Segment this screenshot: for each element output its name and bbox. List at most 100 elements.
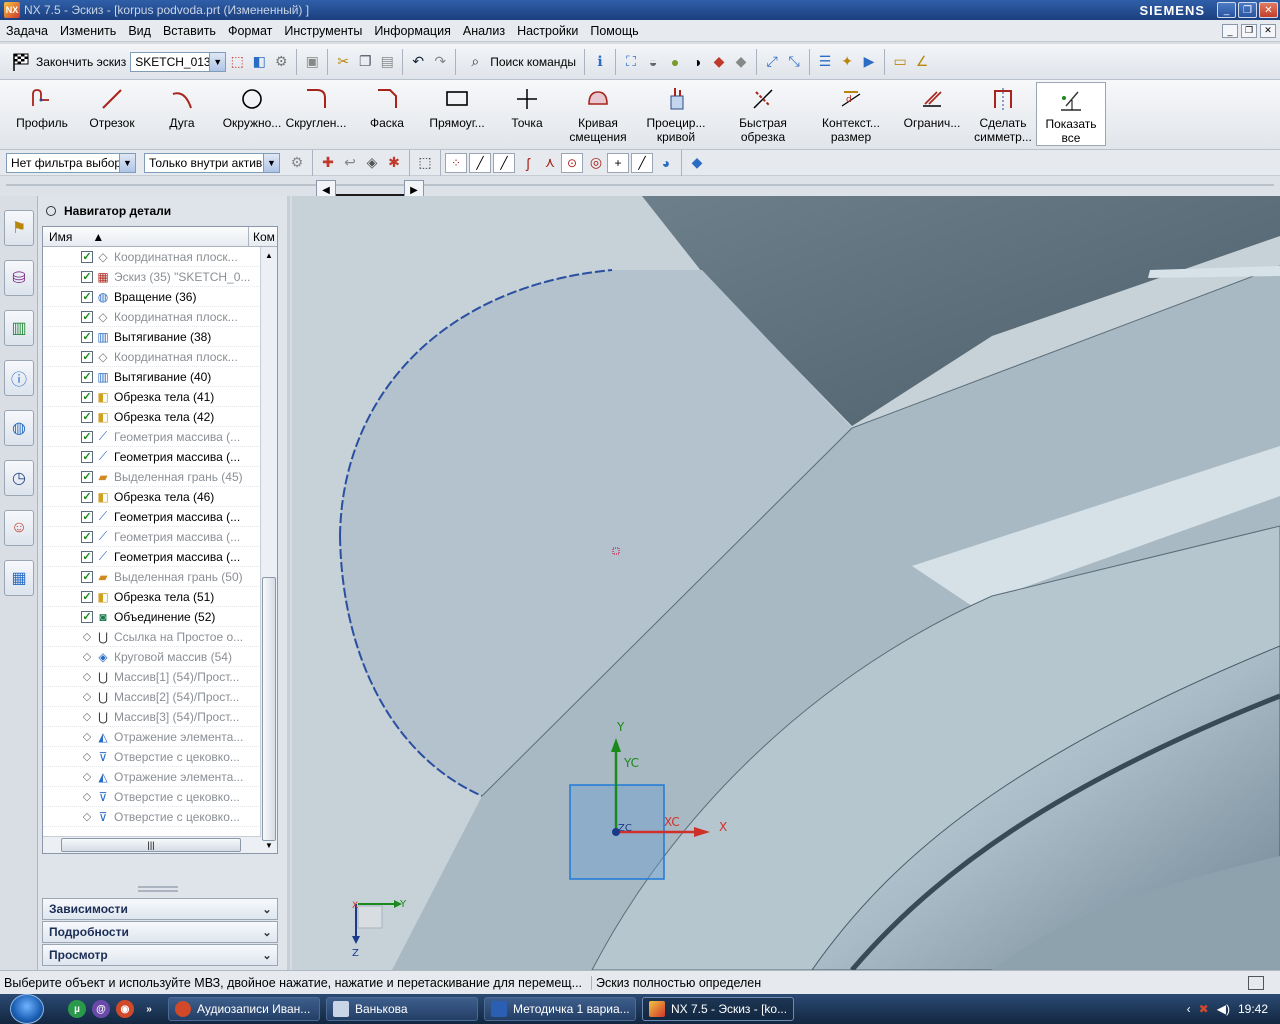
suppressed-icon[interactable]: ◇: [81, 671, 93, 683]
snap-quadrant-icon[interactable]: ◎: [585, 152, 607, 174]
graphics-window[interactable]: Y YC XC X ZC X Y Z: [292, 196, 1280, 970]
snap-existing-point-icon[interactable]: +: [607, 152, 629, 173]
snap-intersection-icon[interactable]: ⋏: [539, 152, 561, 174]
scroll-thumb[interactable]: [262, 577, 276, 841]
menu-preferences[interactable]: Настройки: [511, 24, 584, 38]
rectangle-button[interactable]: Прямоуг...: [422, 80, 492, 146]
pin-icon[interactable]: [46, 206, 56, 216]
snap-point-icon[interactable]: ✚: [317, 152, 339, 174]
point-button[interactable]: Точка: [492, 80, 562, 146]
tree-row[interactable]: ◇ ⋃ Массив[2] (54)/Прост...: [43, 687, 261, 707]
tree-row[interactable]: ◇ ⋃ Массив[3] (54)/Прост...: [43, 707, 261, 727]
tree-row[interactable]: ◇ ◭ Отражение элемента...: [43, 727, 261, 747]
tree-row[interactable]: ✓ ⟋ Геометрия массива (...: [43, 507, 261, 527]
suppressed-icon[interactable]: ◇: [81, 691, 93, 703]
menu-tools[interactable]: Инструменты: [278, 24, 368, 38]
chamfer-button[interactable]: Фаска: [352, 80, 422, 146]
gray-cube-icon[interactable]: ◆: [730, 51, 752, 73]
checkbox-checked[interactable]: ✓: [81, 470, 93, 483]
part-navigator-icon[interactable]: ⛁: [4, 260, 34, 296]
doc-restore-button[interactable]: ❐: [1241, 23, 1257, 38]
undo-selection-icon[interactable]: ↩: [339, 152, 361, 174]
sketch-name-select[interactable]: SKETCH_013 ▼: [130, 51, 227, 72]
tree-row[interactable]: ✓ ⟋ Геометрия массива (...: [43, 427, 261, 447]
tree-row[interactable]: ✓ ▦ Эскиз (35) "SKETCH_0...: [43, 267, 261, 287]
maximize-button[interactable]: ❐: [1238, 2, 1257, 18]
clock[interactable]: 19:42: [1238, 1002, 1268, 1016]
tree-row[interactable]: ✓ ▥ Вытягивание (38): [43, 327, 261, 347]
checkbox-checked[interactable]: ✓: [81, 490, 93, 503]
task-nx[interactable]: NX 7.5 - Эскиз - [ko...: [642, 997, 794, 1021]
wcs-icon[interactable]: ⤡: [783, 51, 805, 73]
start-button[interactable]: [0, 994, 54, 1024]
system-materials-icon[interactable]: ▦: [4, 560, 34, 596]
reattach-icon[interactable]: ◧: [248, 51, 270, 73]
scroll-down-icon[interactable]: ▼: [261, 837, 277, 853]
suppressed-icon[interactable]: ◇: [81, 811, 93, 823]
suppressed-icon[interactable]: ◇: [81, 731, 93, 743]
sketch-orient-icon[interactable]: ⬚: [226, 51, 248, 73]
tree-row[interactable]: ◇ ⋃ Ссылка на Простое о...: [43, 627, 261, 647]
show-all-button[interactable]: Показать все: [1036, 82, 1106, 146]
render-style-icon[interactable]: ◒: [642, 51, 664, 73]
tree-row[interactable]: ◇ ⊽ Отверстие с цековко...: [43, 747, 261, 767]
csys-icon[interactable]: ⤢: [761, 51, 783, 73]
splitter-grip[interactable]: [138, 886, 178, 892]
profile-button[interactable]: Профиль: [0, 80, 84, 146]
snap-on-curve-icon[interactable]: ╱: [631, 152, 653, 173]
arc-button[interactable]: Дуга: [140, 80, 224, 146]
suppressed-icon[interactable]: ◇: [81, 631, 93, 643]
filter-settings-icon[interactable]: ⚙: [286, 152, 308, 174]
checkbox-checked[interactable]: ✓: [81, 370, 93, 383]
tree-row[interactable]: ✓ ◇ Координатная плоск...: [43, 247, 261, 267]
checkbox-checked[interactable]: ✓: [81, 450, 93, 463]
menu-analysis[interactable]: Анализ: [457, 24, 511, 38]
menu-insert[interactable]: Вставить: [157, 24, 222, 38]
suppressed-icon[interactable]: ◇: [81, 771, 93, 783]
antivirus-icon[interactable]: ✖: [1199, 1002, 1209, 1016]
snap-center-icon[interactable]: ⊙: [561, 152, 583, 173]
tree-row[interactable]: ✓ ⟋ Геометрия массива (...: [43, 547, 261, 567]
constraint-button[interactable]: Огранич...: [894, 80, 970, 146]
tree-row[interactable]: ◇ ⊽ Отверстие с цековко...: [43, 807, 261, 827]
tree-row[interactable]: ◇ ⋃ Массив[1] (54)/Прост...: [43, 667, 261, 687]
checkbox-checked[interactable]: ✓: [81, 430, 93, 443]
menu-task[interactable]: Задача: [0, 24, 54, 38]
scroll-thumb[interactable]: |||: [61, 838, 241, 852]
save-icon[interactable]: ▣: [301, 51, 323, 73]
fit-view-icon[interactable]: ⛶: [620, 51, 642, 73]
snap-bounded-icon[interactable]: ◆: [686, 152, 708, 174]
rectangle-select-icon[interactable]: ⬚: [414, 152, 436, 174]
checkbox-checked[interactable]: ✓: [81, 350, 93, 363]
tray-expand-icon[interactable]: ‹: [1187, 1002, 1191, 1016]
checkbox-checked[interactable]: ✓: [81, 530, 93, 543]
layer-settings-icon[interactable]: ☰: [814, 51, 836, 73]
history-icon[interactable]: ◷: [4, 460, 34, 496]
panel-dependencies[interactable]: Зависимости ⌄: [42, 898, 278, 920]
checkbox-checked[interactable]: ✓: [81, 590, 93, 603]
snap-endpoint-icon[interactable]: ╱: [469, 152, 491, 173]
snap-all-icon[interactable]: ⁘: [445, 152, 467, 173]
checkbox-checked[interactable]: ✓: [81, 250, 93, 263]
suppressed-icon[interactable]: ◇: [81, 651, 93, 663]
update-model-icon[interactable]: ⚙: [270, 51, 292, 73]
fillet-button[interactable]: Скруглен...: [280, 80, 352, 146]
quick-trim-button[interactable]: Быстрая обрезка: [718, 80, 808, 146]
scroll-up-icon[interactable]: ▲: [261, 247, 277, 263]
menu-format[interactable]: Формат: [222, 24, 278, 38]
more-icon[interactable]: »: [140, 1000, 158, 1018]
tree-row[interactable]: ✓ ◇ Координатная плоск...: [43, 347, 261, 367]
paste-icon[interactable]: ▤: [376, 51, 398, 73]
copy-icon[interactable]: ❐: [354, 51, 376, 73]
tree-horizontal-scrollbar[interactable]: |||: [43, 836, 261, 853]
roles-icon[interactable]: ☺: [4, 510, 34, 546]
column-header-name[interactable]: Имя ▲: [43, 227, 249, 246]
snap-control-icon[interactable]: ʃ: [517, 152, 539, 174]
undo-icon[interactable]: ↶: [407, 51, 429, 73]
reuse-library-icon[interactable]: ▥: [4, 310, 34, 346]
tree-row[interactable]: ◇ ◭ Отражение элемента...: [43, 767, 261, 787]
volume-icon[interactable]: ◀): [1217, 1002, 1230, 1016]
utorrent-icon[interactable]: µ: [68, 1000, 86, 1018]
minimize-button[interactable]: _: [1217, 2, 1236, 18]
select-faces-icon[interactable]: ◈: [361, 152, 383, 174]
